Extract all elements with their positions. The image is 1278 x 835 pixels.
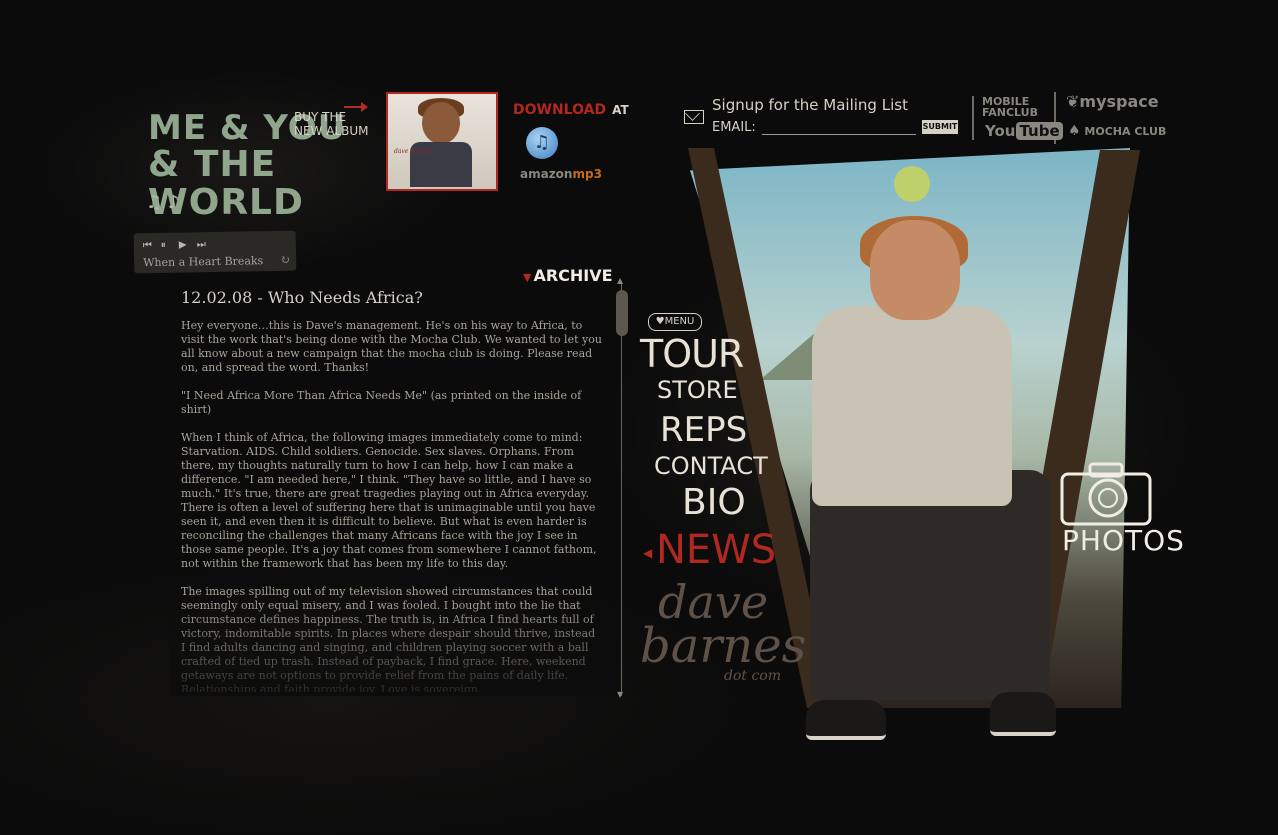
download-at-text: AT [612, 103, 629, 117]
brand-line-2: barnes [640, 618, 807, 674]
mocha-club-text: MOCHA CLUB [1084, 125, 1167, 138]
nav-tour[interactable]: TOUR [640, 332, 744, 376]
current-track-title: When a Heart Breaks [143, 254, 264, 270]
article-paragraph: "I Need Africa More Than Africa Needs Me… [181, 389, 582, 416]
africa-icon: ♠ [1068, 123, 1081, 139]
news-article: 12.02.08 - Who Needs Africa? Hey everyon… [181, 288, 603, 692]
previous-track-button[interactable]: ⏮ [143, 240, 152, 251]
myspace-link[interactable]: ❦myspace [1066, 92, 1159, 111]
archive-label: ARCHIVE [533, 266, 613, 285]
download-label: DOWNLOAD AT [513, 102, 629, 118]
download-text: DOWNLOAD [513, 102, 607, 118]
amazon-text: amazon [520, 167, 573, 181]
arrow-right-icon [344, 102, 368, 112]
music-notes-icon: ♫ ♪ [146, 192, 180, 213]
photos-link[interactable]: PHOTOS [1062, 524, 1185, 557]
shoe [806, 700, 886, 740]
submit-button[interactable]: SUBMIT [922, 120, 958, 134]
mocha-club-link[interactable]: ♠ MOCHA CLUB [1068, 123, 1166, 139]
nav-news[interactable]: NEWS [656, 527, 776, 573]
scrollbar-thumb[interactable] [616, 290, 628, 336]
mobile-fanclub-link[interactable]: MOBILE FANCLUB [982, 96, 1038, 118]
buy-line-2: NEW ALBUM [294, 124, 369, 138]
person-shirt [812, 306, 1012, 506]
music-player: ⏮ ⏸ ▶ ⏭ When a Heart Breaks ↻ [133, 230, 297, 274]
nav-contact[interactable]: CONTACT [654, 452, 768, 480]
menu-label: ♥MENU [648, 313, 702, 331]
article-title: 12.02.08 - Who Needs Africa? [181, 288, 423, 307]
itunes-icon[interactable]: ♫ [526, 127, 558, 159]
buy-album-text: BUY THE NEW ALBUM [294, 110, 369, 138]
triangle-left-icon: ◀ [643, 546, 653, 560]
article-paragraph: The images spilling out of my television… [181, 585, 596, 692]
article-paragraph: Hey everyone…this is Dave's management. … [181, 319, 602, 374]
shoe [990, 692, 1056, 736]
site-brand-logo[interactable]: dave barnes dot com [640, 579, 807, 684]
album-cover[interactable]: dave barnes [386, 92, 498, 191]
pause-button[interactable]: ⏸ [161, 240, 166, 251]
youtube-tube: Tube [1016, 122, 1063, 140]
next-track-button[interactable]: ⏭ [197, 239, 206, 250]
myspace-text: myspace [1079, 92, 1159, 111]
scrollbar-track[interactable] [621, 284, 622, 696]
article-paragraph: When I think of Africa, the following im… [181, 431, 597, 570]
divider [972, 96, 974, 140]
nav-bio[interactable]: BIO [682, 482, 746, 523]
nav-store[interactable]: STORE [657, 376, 738, 404]
email-label: EMAIL: [712, 120, 756, 135]
envelope-icon [684, 110, 704, 124]
fanclub-text: FANCLUB [982, 106, 1038, 119]
person-head [870, 220, 960, 320]
sun-icon [894, 166, 930, 202]
youtube-you: You [985, 122, 1016, 140]
scroll-down-icon[interactable]: ▼ [617, 690, 623, 699]
archive-link[interactable]: ▼ ARCHIVE [523, 266, 613, 285]
nav-reps[interactable]: REPS [660, 410, 747, 450]
play-button[interactable]: ▶ [179, 239, 187, 250]
camera-icon[interactable] [1060, 460, 1160, 528]
youtube-link[interactable]: You Tube [985, 122, 1063, 140]
repeat-icon[interactable]: ↻ [280, 253, 290, 267]
triangle-down-icon: ▼ [523, 271, 532, 284]
mp3-text: mp3 [572, 167, 602, 181]
myspace-icon: ❦ [1066, 92, 1080, 111]
logo-line-2: & THE WORLD [148, 144, 304, 223]
mailing-list-title: Signup for the Mailing List [712, 96, 908, 114]
amazon-mp3-link[interactable]: amazonmp3 [520, 167, 602, 181]
buy-line-1: BUY THE [294, 110, 347, 124]
email-field[interactable] [762, 118, 916, 135]
